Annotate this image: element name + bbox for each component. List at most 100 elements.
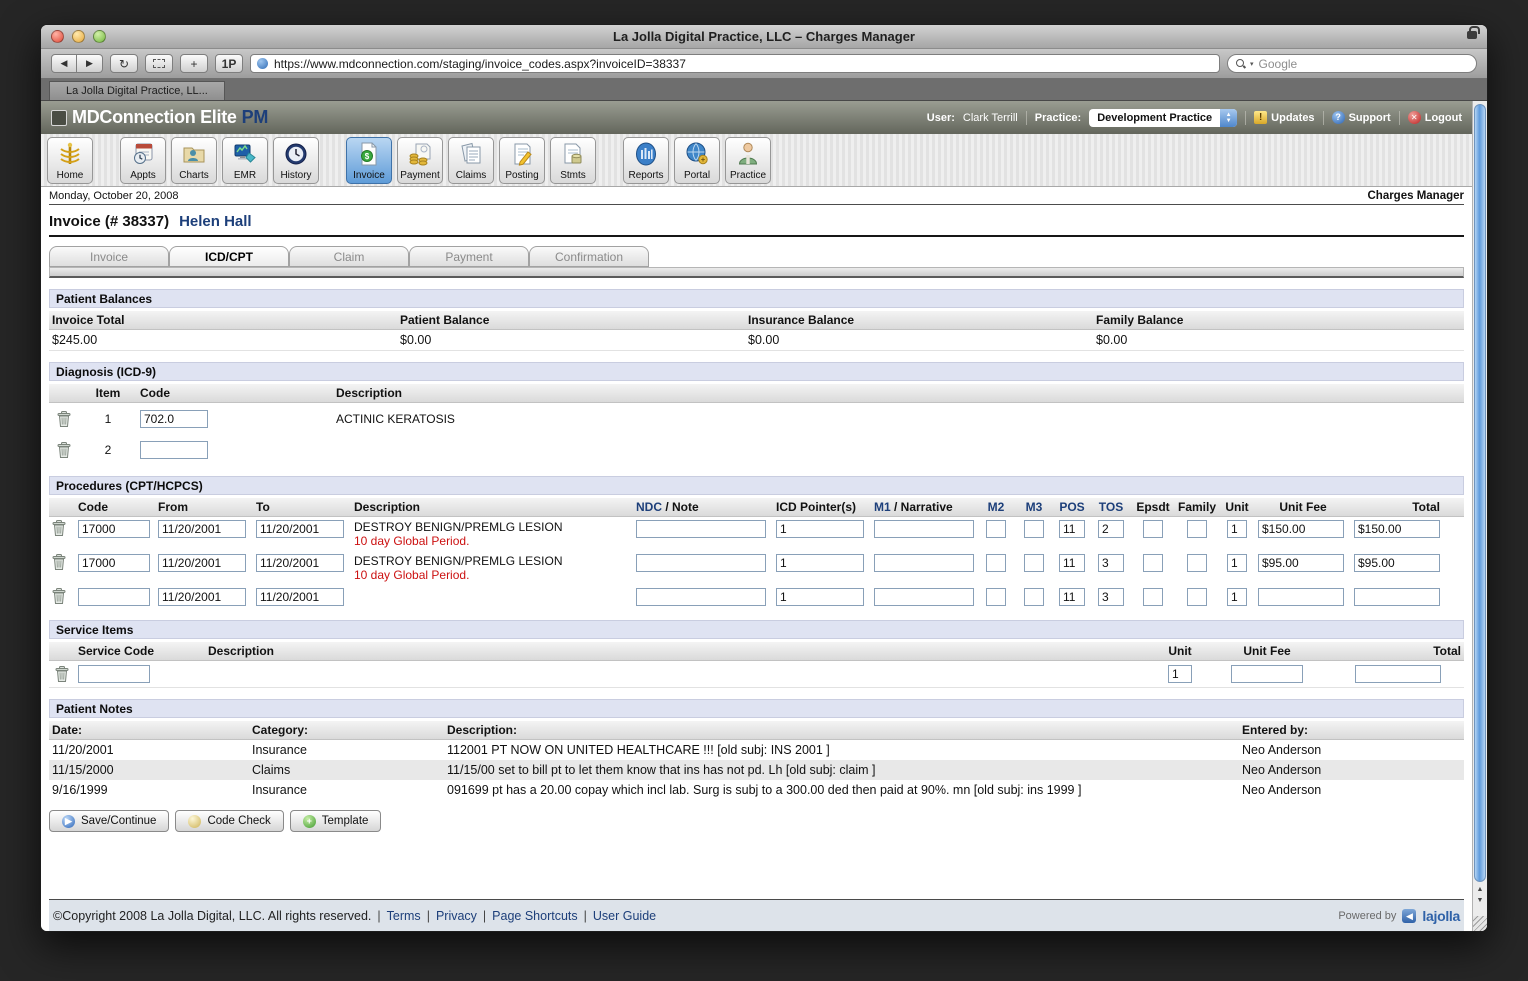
m3-input[interactable]: [1024, 554, 1044, 572]
delete-diagnosis-icon[interactable]: [57, 442, 71, 458]
tos-input[interactable]: [1098, 554, 1124, 572]
to-date-input[interactable]: [256, 588, 344, 606]
col-m2-link[interactable]: M2: [977, 500, 1015, 514]
unit-fee-input[interactable]: [1258, 588, 1344, 606]
delete-procedure-icon[interactable]: [52, 588, 66, 604]
scroll-down-arrow[interactable]: ▼: [1473, 895, 1487, 906]
close-window-button[interactable]: [51, 30, 64, 43]
procedure-code-input[interactable]: [78, 554, 150, 572]
m2-input[interactable]: [986, 520, 1006, 538]
procedure-code-input[interactable]: [78, 588, 150, 606]
unit-input[interactable]: [1227, 588, 1247, 606]
from-date-input[interactable]: [158, 520, 246, 538]
col-tos-link[interactable]: TOS: [1091, 500, 1131, 514]
browser-tab[interactable]: La Jolla Digital Practice, LL...: [49, 81, 225, 100]
tab-claim[interactable]: Claim: [289, 246, 409, 267]
tos-input[interactable]: [1098, 588, 1124, 606]
template-button[interactable]: + Template: [290, 810, 382, 832]
nav-stmts-button[interactable]: Stmts: [550, 137, 596, 184]
nav-claims-button[interactable]: Claims: [448, 137, 494, 184]
total-input[interactable]: [1354, 588, 1440, 606]
code-check-button[interactable]: Code Check: [175, 810, 283, 832]
icd-pointer-input[interactable]: [776, 588, 864, 606]
m1-narrative-input[interactable]: [874, 588, 974, 606]
privacy-link[interactable]: Privacy: [436, 909, 477, 923]
updates-link[interactable]: ! Updates: [1254, 111, 1314, 124]
m3-input[interactable]: [1024, 588, 1044, 606]
nav-portal-button[interactable]: Portal: [674, 137, 720, 184]
ndc-note-input[interactable]: [636, 588, 766, 606]
col-m3-link[interactable]: M3: [1015, 500, 1053, 514]
service-code-input[interactable]: [78, 665, 150, 683]
nav-payment-button[interactable]: Payment: [397, 137, 443, 184]
nav-home-button[interactable]: Home: [47, 137, 93, 184]
unit-input[interactable]: [1227, 520, 1247, 538]
new-tab-button[interactable]: +: [180, 54, 208, 73]
nav-appts-button[interactable]: Appts: [120, 137, 166, 184]
tab-confirmation[interactable]: Confirmation: [529, 246, 649, 267]
pos-input[interactable]: [1059, 588, 1085, 606]
save-continue-button[interactable]: ▶ Save/Continue: [49, 810, 169, 832]
onepassword-button[interactable]: 1P: [215, 54, 243, 73]
procedure-code-input[interactable]: [78, 520, 150, 538]
terms-link[interactable]: Terms: [387, 909, 421, 923]
nav-posting-button[interactable]: Posting: [499, 137, 545, 184]
m2-input[interactable]: [986, 588, 1006, 606]
tab-payment[interactable]: Payment: [409, 246, 529, 267]
support-link[interactable]: ? Support: [1332, 111, 1391, 124]
nav-practice-button[interactable]: Practice: [725, 137, 771, 184]
from-date-input[interactable]: [158, 554, 246, 572]
service-total-input[interactable]: [1355, 665, 1441, 683]
ndc-link[interactable]: NDC: [636, 500, 662, 514]
tos-input[interactable]: [1098, 520, 1124, 538]
from-date-input[interactable]: [158, 588, 246, 606]
search-input[interactable]: ▾ Google: [1227, 54, 1477, 73]
ndc-note-input[interactable]: [636, 554, 766, 572]
nav-history-button[interactable]: History: [273, 137, 319, 184]
delete-service-item-icon[interactable]: [55, 666, 69, 682]
family-input[interactable]: [1187, 588, 1207, 606]
col-pos-link[interactable]: POS: [1053, 500, 1091, 514]
nav-reports-button[interactable]: Reports: [623, 137, 669, 184]
m1-narrative-input[interactable]: [874, 520, 974, 538]
to-date-input[interactable]: [256, 554, 344, 572]
m3-input[interactable]: [1024, 520, 1044, 538]
page-shortcuts-link[interactable]: Page Shortcuts: [492, 909, 577, 923]
family-input[interactable]: [1187, 520, 1207, 538]
m1-link[interactable]: M1: [874, 500, 891, 514]
unit-fee-input[interactable]: [1258, 554, 1344, 572]
service-unit-fee-input[interactable]: [1231, 665, 1303, 683]
tab-icd-cpt[interactable]: ICD/CPT: [169, 246, 289, 267]
vertical-scrollbar[interactable]: ▲ ▼: [1472, 101, 1487, 931]
service-unit-input[interactable]: [1168, 665, 1192, 683]
delete-procedure-icon[interactable]: [52, 520, 66, 536]
diagnosis-code-input[interactable]: [140, 410, 208, 428]
pos-input[interactable]: [1059, 554, 1085, 572]
back-button[interactable]: ◀: [51, 54, 77, 73]
diagnosis-code-input[interactable]: [140, 441, 208, 459]
reload-button[interactable]: ↻: [110, 54, 138, 73]
resize-grip[interactable]: [1473, 916, 1487, 931]
tab-invoice[interactable]: Invoice: [49, 246, 169, 267]
delete-diagnosis-icon[interactable]: [57, 411, 71, 427]
ndc-note-input[interactable]: [636, 520, 766, 538]
scroll-up-arrow[interactable]: ▲: [1473, 884, 1487, 895]
forward-button[interactable]: ▶: [77, 54, 103, 73]
icd-pointer-input[interactable]: [776, 520, 864, 538]
nav-invoice-button[interactable]: $ Invoice: [346, 137, 392, 184]
minimize-window-button[interactable]: [72, 30, 85, 43]
epsdt-input[interactable]: [1143, 588, 1163, 606]
pos-input[interactable]: [1059, 520, 1085, 538]
zoom-window-button[interactable]: [93, 30, 106, 43]
unit-input[interactable]: [1227, 554, 1247, 572]
icd-pointer-input[interactable]: [776, 554, 864, 572]
total-input[interactable]: [1354, 520, 1440, 538]
user-guide-link[interactable]: User Guide: [593, 909, 656, 923]
nav-emr-button[interactable]: EMR: [222, 137, 268, 184]
unit-fee-input[interactable]: [1258, 520, 1344, 538]
m1-narrative-input[interactable]: [874, 554, 974, 572]
scrollbar-thumb[interactable]: [1474, 104, 1486, 882]
family-input[interactable]: [1187, 554, 1207, 572]
logout-link[interactable]: ✕ Logout: [1408, 111, 1462, 124]
epsdt-input[interactable]: [1143, 520, 1163, 538]
